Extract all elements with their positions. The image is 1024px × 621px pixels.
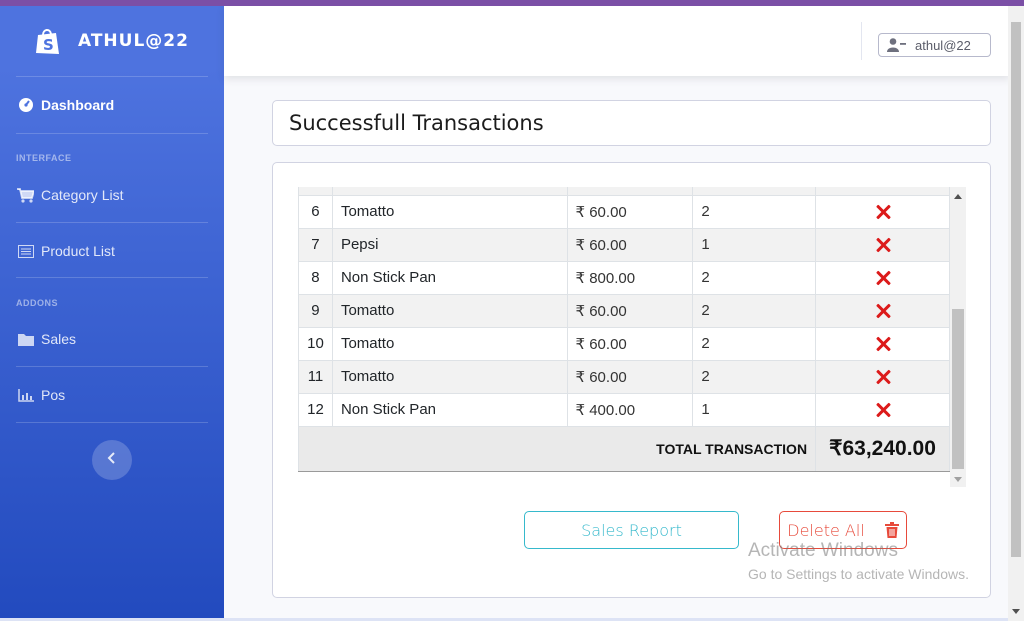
product-quantity: 2 bbox=[692, 260, 817, 295]
delete-row-icon[interactable] bbox=[875, 369, 891, 385]
sidebar-item-category-list[interactable]: Category List bbox=[0, 180, 224, 210]
sidebar-item-sales[interactable]: Sales bbox=[0, 324, 224, 354]
row-number: 12 bbox=[298, 392, 333, 427]
delete-all-button[interactable]: Delete All bbox=[779, 511, 907, 549]
product-name: Pepsi bbox=[331, 227, 568, 262]
product-name: Non Stick Pan bbox=[331, 260, 568, 295]
product-quantity: 1 bbox=[692, 392, 817, 427]
sidebar-divider bbox=[16, 422, 208, 423]
delete-row-icon[interactable] bbox=[875, 303, 891, 319]
table-row: 8 Non Stick Pan ₹ 800.00 2 bbox=[298, 260, 950, 295]
product-quantity: 2 bbox=[692, 293, 817, 328]
sidebar-divider bbox=[16, 76, 208, 77]
product-name: Tomatto bbox=[331, 194, 568, 229]
delete-row-icon[interactable] bbox=[875, 402, 891, 418]
row-number: 6 bbox=[298, 194, 333, 229]
delete-row-icon[interactable] bbox=[875, 237, 891, 253]
page-title: Successfull Transactions bbox=[289, 111, 544, 135]
sidebar-divider bbox=[16, 133, 208, 134]
chart-icon bbox=[17, 387, 34, 403]
row-number: 10 bbox=[298, 326, 333, 361]
sidebar-item-product-list[interactable]: Product List bbox=[0, 236, 224, 266]
product-quantity: 2 bbox=[692, 194, 817, 229]
product-price: ₹ 60.00 bbox=[566, 194, 694, 229]
transactions-table-scroll[interactable]: 6 Tomatto ₹ 60.00 2 7 Pepsi ₹ 60.00 1 8 … bbox=[298, 187, 966, 487]
sales-report-button[interactable]: Sales Report bbox=[524, 511, 739, 549]
sidebar-heading-addons: ADDONS bbox=[16, 298, 59, 308]
product-price: ₹ 60.00 bbox=[566, 359, 694, 394]
product-quantity: 2 bbox=[692, 359, 817, 394]
row-number: 7 bbox=[298, 227, 333, 262]
chevron-left-icon bbox=[107, 451, 117, 470]
row-number: 11 bbox=[298, 359, 333, 394]
tachometer-icon bbox=[17, 97, 34, 113]
row-number: 9 bbox=[298, 293, 333, 328]
svg-text:S: S bbox=[43, 36, 54, 54]
sidebar-divider bbox=[16, 222, 208, 223]
sidebar-item-pos[interactable]: Pos bbox=[0, 380, 224, 410]
scroll-down-arrow-icon[interactable] bbox=[954, 477, 962, 482]
table-row: 7 Pepsi ₹ 60.00 1 bbox=[298, 227, 950, 262]
sidebar-item-label: Dashboard bbox=[41, 97, 115, 113]
sidebar-item-label: Product List bbox=[41, 243, 115, 259]
delete-row-icon[interactable] bbox=[875, 204, 891, 220]
scroll-up-arrow-icon[interactable] bbox=[954, 194, 962, 199]
product-name: Tomatto bbox=[331, 359, 568, 394]
total-label: TOTAL TRANSACTION bbox=[298, 425, 817, 472]
window-top-strip bbox=[0, 0, 1024, 6]
table-scrollbar[interactable] bbox=[950, 187, 966, 487]
product-quantity: 2 bbox=[692, 326, 817, 361]
user-minus-icon bbox=[887, 38, 907, 52]
product-price: ₹ 400.00 bbox=[566, 392, 694, 427]
page-scrollbar[interactable] bbox=[1008, 6, 1024, 621]
sidebar-item-dashboard[interactable]: Dashboard bbox=[0, 90, 224, 120]
table-row: 6 Tomatto ₹ 60.00 2 bbox=[298, 194, 950, 229]
product-name: Tomatto bbox=[331, 293, 568, 328]
shopping-bag-icon: S bbox=[33, 26, 63, 56]
folder-icon bbox=[17, 331, 34, 347]
sidebar-item-label: Sales bbox=[41, 331, 77, 347]
table-row: 12 Non Stick Pan ₹ 400.00 1 bbox=[298, 392, 950, 427]
sidebar-divider bbox=[16, 366, 208, 367]
sidebar-divider bbox=[16, 277, 208, 278]
table-row: 11 Tomatto ₹ 60.00 2 bbox=[298, 359, 950, 394]
product-quantity: 1 bbox=[692, 227, 817, 262]
transactions-table: 6 Tomatto ₹ 60.00 2 7 Pepsi ₹ 60.00 1 8 … bbox=[298, 187, 950, 472]
product-price: ₹ 60.00 bbox=[566, 326, 694, 361]
product-name: Tomatto bbox=[331, 326, 568, 361]
product-price: ₹ 60.00 bbox=[566, 293, 694, 328]
sidebar-toggle-button[interactable] bbox=[92, 440, 132, 480]
product-name: Non Stick Pan bbox=[331, 392, 568, 427]
cart-icon bbox=[17, 187, 34, 203]
sidebar: S ATHUL@22 Dashboard INTERFACE Category … bbox=[0, 6, 224, 621]
scrollbar-thumb[interactable] bbox=[952, 309, 964, 469]
user-name: athul@22 bbox=[915, 37, 971, 53]
total-row: TOTAL TRANSACTION ₹63,240.00 bbox=[298, 425, 950, 472]
user-menu-button[interactable]: athul@22 bbox=[878, 33, 991, 57]
sidebar-item-label: Pos bbox=[41, 387, 66, 403]
table-row: 10 Tomatto ₹ 60.00 2 bbox=[298, 326, 950, 361]
total-value: ₹63,240.00 bbox=[815, 425, 950, 472]
brand-name: ATHUL@22 bbox=[78, 31, 189, 51]
delete-row-icon[interactable] bbox=[875, 336, 891, 352]
trash-icon bbox=[884, 522, 899, 538]
product-price: ₹ 800.00 bbox=[566, 260, 694, 295]
sidebar-item-label: Category List bbox=[41, 187, 124, 203]
transactions-card: 6 Tomatto ₹ 60.00 2 7 Pepsi ₹ 60.00 1 8 … bbox=[272, 162, 991, 598]
page-title-card: Successfull Transactions bbox=[272, 100, 991, 146]
topbar: athul@22 bbox=[224, 6, 1010, 76]
table-row: 9 Tomatto ₹ 60.00 2 bbox=[298, 293, 950, 328]
sidebar-heading-interface: INTERFACE bbox=[16, 153, 72, 163]
page-scrollbar-thumb[interactable] bbox=[1011, 22, 1021, 557]
delete-row-icon[interactable] bbox=[875, 270, 891, 286]
sidebar-brand[interactable]: S ATHUL@22 bbox=[0, 6, 224, 76]
product-price: ₹ 60.00 bbox=[566, 227, 694, 262]
row-number: 8 bbox=[298, 260, 333, 295]
table-row-partial bbox=[298, 187, 950, 196]
list-icon bbox=[17, 243, 34, 259]
page-scroll-down-arrow-icon[interactable] bbox=[1012, 609, 1020, 614]
topbar-divider bbox=[861, 22, 862, 60]
